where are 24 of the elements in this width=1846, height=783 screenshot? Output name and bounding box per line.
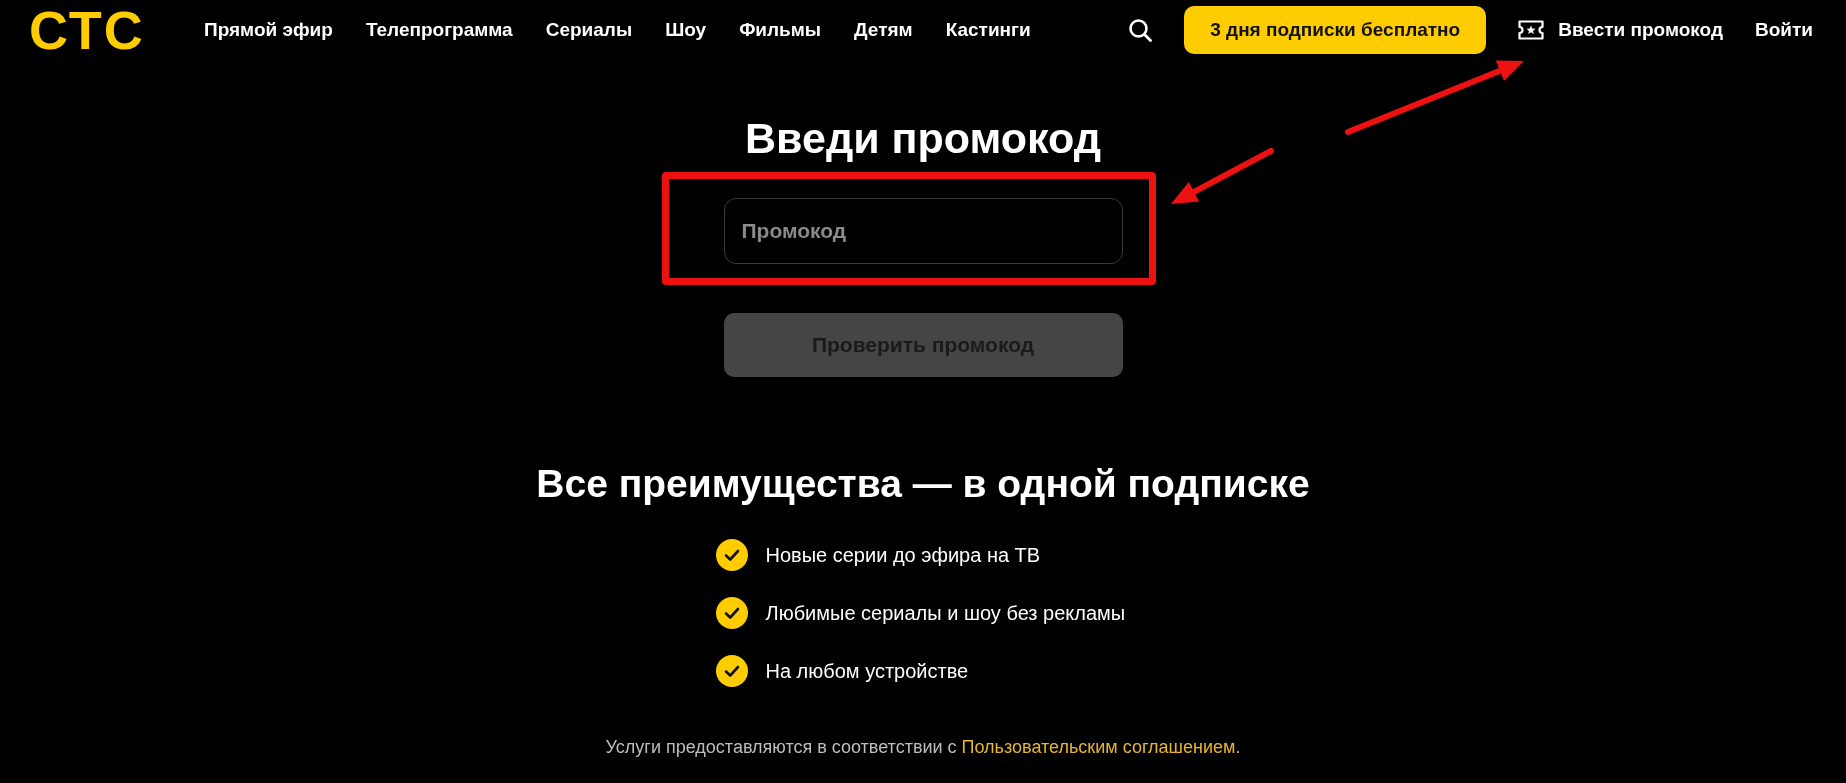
benefit-text: На любом устройстве xyxy=(765,659,969,683)
benefits-heading: Все преимущества — в одной подписке xyxy=(536,461,1310,507)
free-trial-button[interactable]: 3 дня подписки бесплатно xyxy=(1184,6,1487,54)
promo-code-link[interactable]: Ввести промокод xyxy=(1518,19,1723,41)
page-title: Введи промокод xyxy=(745,113,1101,164)
nav-link[interactable]: Шоу xyxy=(665,19,707,41)
nav-link[interactable]: Фильмы xyxy=(739,19,822,41)
benefit-text: Любимые сериалы и шоу без рекламы xyxy=(765,601,1126,625)
check-icon xyxy=(715,655,748,687)
check-icon xyxy=(715,539,748,571)
nav-link[interactable]: Сериалы xyxy=(545,19,633,41)
nav-link[interactable]: Кастинги xyxy=(945,19,1031,41)
terms-note: Услуги предоставляются в соответствии с Пользовательским соглашением. xyxy=(605,737,1241,757)
ticket-star-icon xyxy=(1518,20,1545,40)
login-link[interactable]: Войти xyxy=(1755,19,1813,41)
benefit-text: Новые серии до эфира на ТВ xyxy=(765,543,1041,567)
logo[interactable]: СТС xyxy=(29,3,144,57)
nav-link[interactable]: Прямой эфир xyxy=(204,19,333,41)
promo-code-field[interactable]: Промокод xyxy=(723,198,1123,264)
check-icon xyxy=(715,597,748,629)
terms-link[interactable]: Пользовательским соглашением. xyxy=(961,737,1241,757)
search-icon[interactable] xyxy=(1128,18,1153,42)
nav-link[interactable]: Телепрограмма xyxy=(365,19,513,41)
nav-link[interactable]: Детям xyxy=(854,19,913,41)
